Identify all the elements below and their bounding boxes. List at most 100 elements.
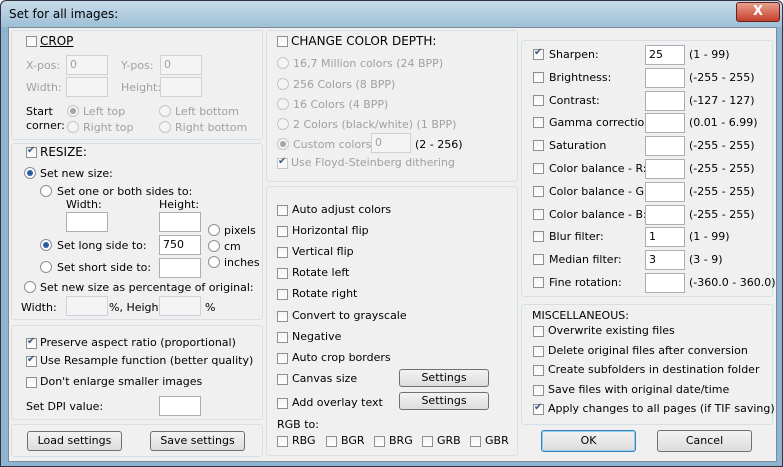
original-date-checkbox[interactable]: [533, 384, 544, 396]
original-date-label: Save files with original date/time: [548, 382, 730, 396]
rgb-rbg-checkbox[interactable]: [277, 436, 288, 447]
fine-rotation-range: (-360.0 - 360.0): [689, 276, 776, 289]
contrast-input[interactable]: [645, 90, 685, 111]
auto-crop-checkbox[interactable]: [277, 353, 288, 364]
color-depth-checkbox[interactable]: [277, 36, 288, 47]
median-range: (3 - 9): [689, 253, 723, 267]
resize-height-input[interactable]: [159, 212, 201, 232]
resize-width-input[interactable]: [66, 212, 108, 232]
rgb-gbr-checkbox[interactable]: [470, 436, 481, 447]
pct-height-input[interactable]: [159, 296, 201, 316]
balance-g-input[interactable]: [645, 181, 685, 202]
ok-button[interactable]: OK: [541, 430, 636, 452]
median-input[interactable]: 3: [645, 250, 685, 271]
corner-left-bottom-label: Left bottom: [175, 105, 239, 118]
canvas-size-settings-button[interactable]: Settings: [399, 369, 489, 387]
crop-width-input[interactable]: [66, 77, 108, 97]
brightness-input[interactable]: [645, 67, 685, 88]
median-label: Median filter:: [549, 253, 622, 267]
preserve-aspect-checkbox[interactable]: [26, 336, 37, 349]
balance-r-input[interactable]: [645, 159, 685, 179]
corner-left-bottom-radio[interactable]: [159, 105, 171, 117]
delete-original-checkbox[interactable]: [533, 345, 544, 357]
short-side-radio[interactable]: [40, 261, 52, 273]
resize-checkbox[interactable]: [26, 145, 37, 158]
resize-height-label: Height:: [159, 198, 200, 211]
corner-right-top-label: Right top: [83, 121, 134, 134]
xpos-input[interactable]: 0: [66, 55, 108, 75]
rgb-bgr-checkbox[interactable]: [326, 436, 337, 447]
auto-adjust-checkbox[interactable]: [277, 205, 288, 216]
long-side-input[interactable]: 750: [159, 235, 201, 255]
blur-input[interactable]: 1: [645, 227, 685, 248]
depth-24bpp-radio[interactable]: [277, 57, 289, 69]
horizontal-flip-checkbox[interactable]: [277, 226, 288, 237]
corner-left-top-radio[interactable]: [67, 105, 79, 117]
median-checkbox[interactable]: [533, 254, 544, 266]
ypos-input[interactable]: 0: [160, 55, 202, 75]
gamma-checkbox[interactable]: [533, 117, 544, 129]
set-new-size-radio[interactable]: [24, 167, 36, 179]
crop-height-input[interactable]: [160, 77, 202, 97]
dont-enlarge-checkbox[interactable]: [26, 377, 37, 388]
contrast-range: (-127 - 127): [689, 93, 755, 107]
dont-enlarge-label: Don't enlarge smaller images: [40, 375, 203, 388]
saturation-input[interactable]: [645, 136, 685, 157]
dpi-input[interactable]: [159, 396, 201, 416]
blur-checkbox[interactable]: [533, 231, 544, 243]
set-new-size-label: Set new size:: [40, 167, 113, 180]
cancel-button[interactable]: Cancel: [657, 430, 752, 452]
fine-rotation-input[interactable]: [645, 273, 685, 293]
unit-inches-radio[interactable]: [208, 256, 220, 268]
title-bar[interactable]: Set for all images: X: [1, 1, 782, 27]
corner-right-top-radio[interactable]: [67, 121, 79, 133]
brightness-checkbox[interactable]: [533, 71, 544, 83]
sharpen-input[interactable]: 25: [645, 45, 685, 65]
grayscale-checkbox[interactable]: [277, 311, 288, 322]
balance-g-checkbox[interactable]: [533, 185, 544, 197]
custom-colors-input[interactable]: 0: [371, 133, 411, 153]
create-subfolders-checkbox[interactable]: [533, 365, 544, 376]
short-side-input[interactable]: [159, 258, 201, 278]
balance-b-checkbox[interactable]: [533, 208, 544, 220]
one-or-both-radio[interactable]: [40, 185, 52, 197]
resample-checkbox[interactable]: [26, 354, 37, 367]
overlay-text-checkbox[interactable]: [277, 398, 288, 409]
overlay-text-settings-button[interactable]: Settings: [399, 392, 489, 410]
rotate-left-checkbox[interactable]: [277, 268, 288, 279]
rgb-brg-checkbox[interactable]: [374, 436, 385, 447]
save-settings-button[interactable]: Save settings: [150, 431, 245, 451]
gamma-input[interactable]: [645, 113, 685, 134]
negative-checkbox[interactable]: [277, 332, 288, 343]
depth-8bpp-radio[interactable]: [277, 78, 289, 90]
balance-b-range: (-255 - 255): [689, 207, 755, 221]
rotate-right-checkbox[interactable]: [277, 289, 288, 300]
custom-colors-radio[interactable]: [277, 138, 289, 150]
balance-b-input[interactable]: [645, 204, 685, 225]
fine-rotation-checkbox[interactable]: [533, 277, 544, 288]
depth-1bpp-radio[interactable]: [277, 118, 289, 130]
close-button[interactable]: X: [736, 2, 780, 22]
pct-width-input[interactable]: [66, 296, 108, 316]
apply-all-pages-checkbox[interactable]: [533, 402, 544, 415]
dithering-checkbox[interactable]: [277, 156, 288, 169]
percentage-radio[interactable]: [24, 281, 36, 293]
depth-4bpp-radio[interactable]: [277, 98, 289, 110]
depth-1bpp-label: 2 Colors (black/white) (1 BPP): [293, 118, 457, 131]
rgb-bgr-label: BGR: [341, 434, 365, 447]
canvas-size-checkbox[interactable]: [277, 374, 288, 385]
balance-r-checkbox[interactable]: [533, 163, 544, 174]
long-side-radio[interactable]: [40, 239, 52, 251]
unit-pixels-radio[interactable]: [208, 224, 220, 236]
crop-checkbox[interactable]: [26, 36, 37, 47]
dialog-window: Set for all images: X CROP X-pos: 0 Y-po…: [0, 0, 783, 467]
overwrite-checkbox[interactable]: [533, 326, 544, 337]
saturation-checkbox[interactable]: [533, 140, 544, 152]
sharpen-checkbox[interactable]: [533, 47, 544, 60]
rgb-grb-checkbox[interactable]: [422, 436, 433, 447]
vertical-flip-checkbox[interactable]: [277, 247, 288, 258]
unit-cm-radio[interactable]: [208, 240, 220, 252]
contrast-checkbox[interactable]: [533, 94, 544, 106]
corner-right-bottom-radio[interactable]: [159, 121, 171, 133]
load-settings-button[interactable]: Load settings: [27, 431, 122, 451]
